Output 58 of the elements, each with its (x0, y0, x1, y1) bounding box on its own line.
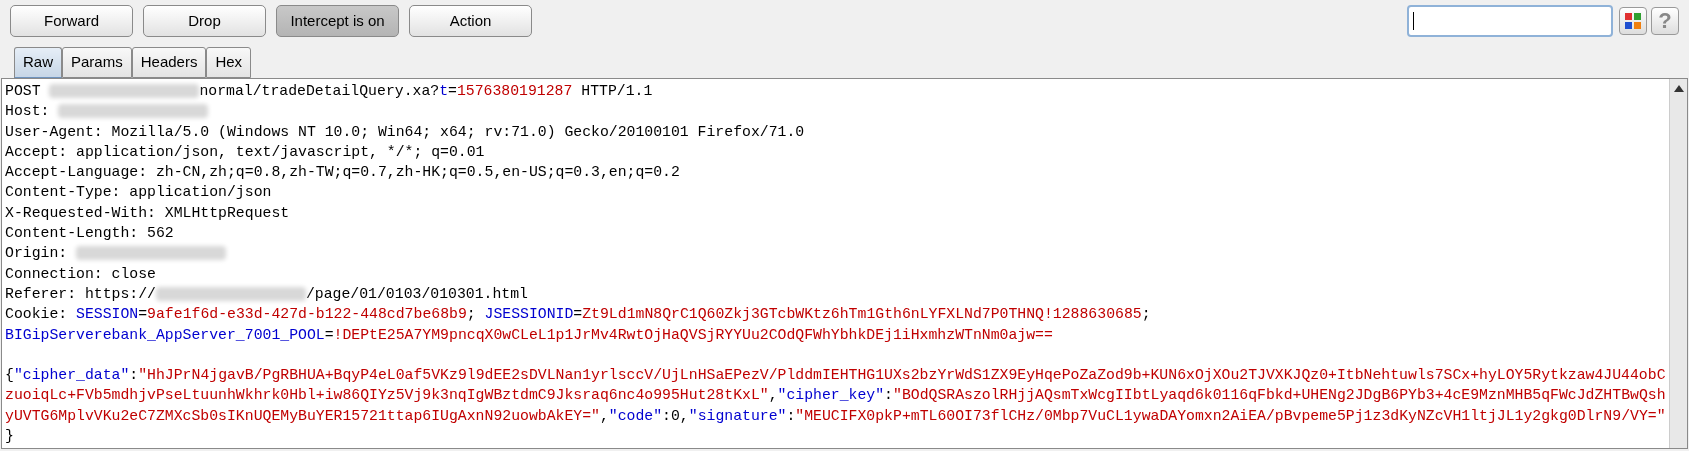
text-run: , (768, 386, 778, 406)
param-name: "code" (608, 406, 663, 426)
text-run: : (884, 386, 893, 406)
param-value: "MEUCIFX0pkP+mTL60OI73flCHz/0Mbp7VuCL1ywaDAYomxn2AiEA/pBvpeme5Pj1z3dKyNZcVH1ltjJL1y2gkg0DlrN9/VY=" (795, 406, 1666, 426)
param-name: "cipher_data" (13, 366, 130, 386)
toolbar-button[interactable]: Drop (143, 5, 266, 37)
text-run: ; (1141, 305, 1151, 325)
text-run: /page/01/0103/010301.html (305, 284, 528, 304)
param-value: zuoiqLc+FVb5mdhjvPseLtuunhWkhrk0Hbl+iw86QIYz5Vj9k3nqIgWBztdmC9Jksraq6nc4o995Hut28tKxL" (5, 386, 769, 406)
param-value: 1576380191287 (456, 82, 573, 101)
text-run: HTTP/1.1 (580, 82, 653, 101)
text-run: Referer: https:// (5, 284, 156, 304)
text-run: = (573, 305, 583, 325)
text-run: :0, (662, 406, 689, 426)
text-run: = (138, 305, 148, 325)
text-run: Content-Length: 562 (5, 224, 174, 244)
text-run: } (5, 427, 14, 447)
tab[interactable]: Hex (206, 47, 252, 78)
scrollbar[interactable] (1669, 79, 1687, 448)
param-name: "signature" (688, 406, 787, 426)
toolbar-button[interactable]: Intercept is on (276, 5, 399, 37)
tab[interactable]: Raw (14, 47, 62, 78)
text-run: ; (466, 305, 477, 325)
param-value: yUVTG6MplvVKu2eC7ZMXcSb0sIKnUQEMyBuYER15721ttap6IUgAxnN92uowbAkEY=" (5, 406, 600, 426)
text-run: : (786, 406, 796, 426)
param-value: "BOdQSRAszolRHjjAQsmTxWcgIIbtLyaqd6k0116qFbkd+UHENg2JDgB6PYb3+4cE9MznMHB5qFWcJdZHTBwQsh (893, 386, 1666, 406)
text-run: User-Agent: Mozilla/5.0 (Windows NT 10.0; Win64; x64; rv:71.0) Gecko/20100101 Firefox/71.0 (5, 122, 805, 142)
text-run: Connection: close (5, 264, 156, 284)
tab[interactable]: Headers (131, 47, 207, 78)
scroll-up-icon[interactable] (1673, 85, 1684, 92)
search-field[interactable] (1407, 5, 1613, 37)
param-name: BIGipServerebank_AppServer_7001_POOL (5, 325, 325, 345)
param-name: t (439, 82, 449, 101)
param-value: "HhJPrN4jgavB/PgRBHUA+BqyP4eL0af5VKz9l9dEE2sDVLNan1yrlsccV/UjLnHSaEPezV/PlddmIEHTHG1UXs2bzYrWdS1ZX9EyHqePoZaZod9b+KUN6xOjXOu2TJVXKJQz0+ItbNehtuwls7SCx+hyLOY5Rytkzaw4JU44obC (138, 366, 1666, 386)
text-run: : (129, 366, 139, 386)
tab[interactable]: Params (62, 47, 132, 78)
toolbar-button[interactable]: Action (409, 5, 532, 37)
text-run: Accept-Language: zh-CN,zh;q=0.8,zh-TW;q=0.7,zh-HK;q=0.5,en-US;q=0.3,en;q=0.2 (5, 163, 680, 183)
text-run: POST (5, 82, 42, 101)
param-value: Zt9Ld1mN8QrC1Q60Zkj3GTcbWKtz6hTm1Gth6nLYFXLNd7P0THNQ!1288630685 (582, 305, 1142, 325)
text-run: normal/tradeDetailQuery.xa? (199, 82, 440, 101)
param-value: !DEPtE25A7YM9pncqX0wCLeL1p1JrMv4RwtOjHaQVSjRYYUu2COdQFWhYbhkDEj1iHxmhzWTnNm0ajw== (333, 325, 1053, 345)
toolbar-button[interactable]: Forward (10, 5, 133, 37)
param-name: SESSION (76, 305, 139, 325)
text-run: = (448, 82, 457, 101)
text-run: , (599, 406, 609, 426)
text-run: { (5, 366, 14, 386)
text-run: = (324, 325, 334, 345)
color-grid-icon[interactable] (1619, 7, 1647, 35)
text-run: Content-Type: application/json (5, 183, 272, 203)
text-run: X-Requested-With: XMLHttpRequest (5, 203, 290, 223)
param-name: JSESSIONID (484, 305, 574, 325)
text-run: Cookie: (5, 305, 69, 325)
text-run: Accept: application/json, text/javascript, */*; q=0.01 (5, 142, 485, 162)
param-value: 9afe1f6d-e33d-427d-b122-448cd7be68b9 (147, 305, 467, 325)
text-run: Origin: (5, 244, 69, 264)
param-name: "cipher_key" (777, 386, 885, 406)
text-run: Host: (5, 102, 51, 122)
